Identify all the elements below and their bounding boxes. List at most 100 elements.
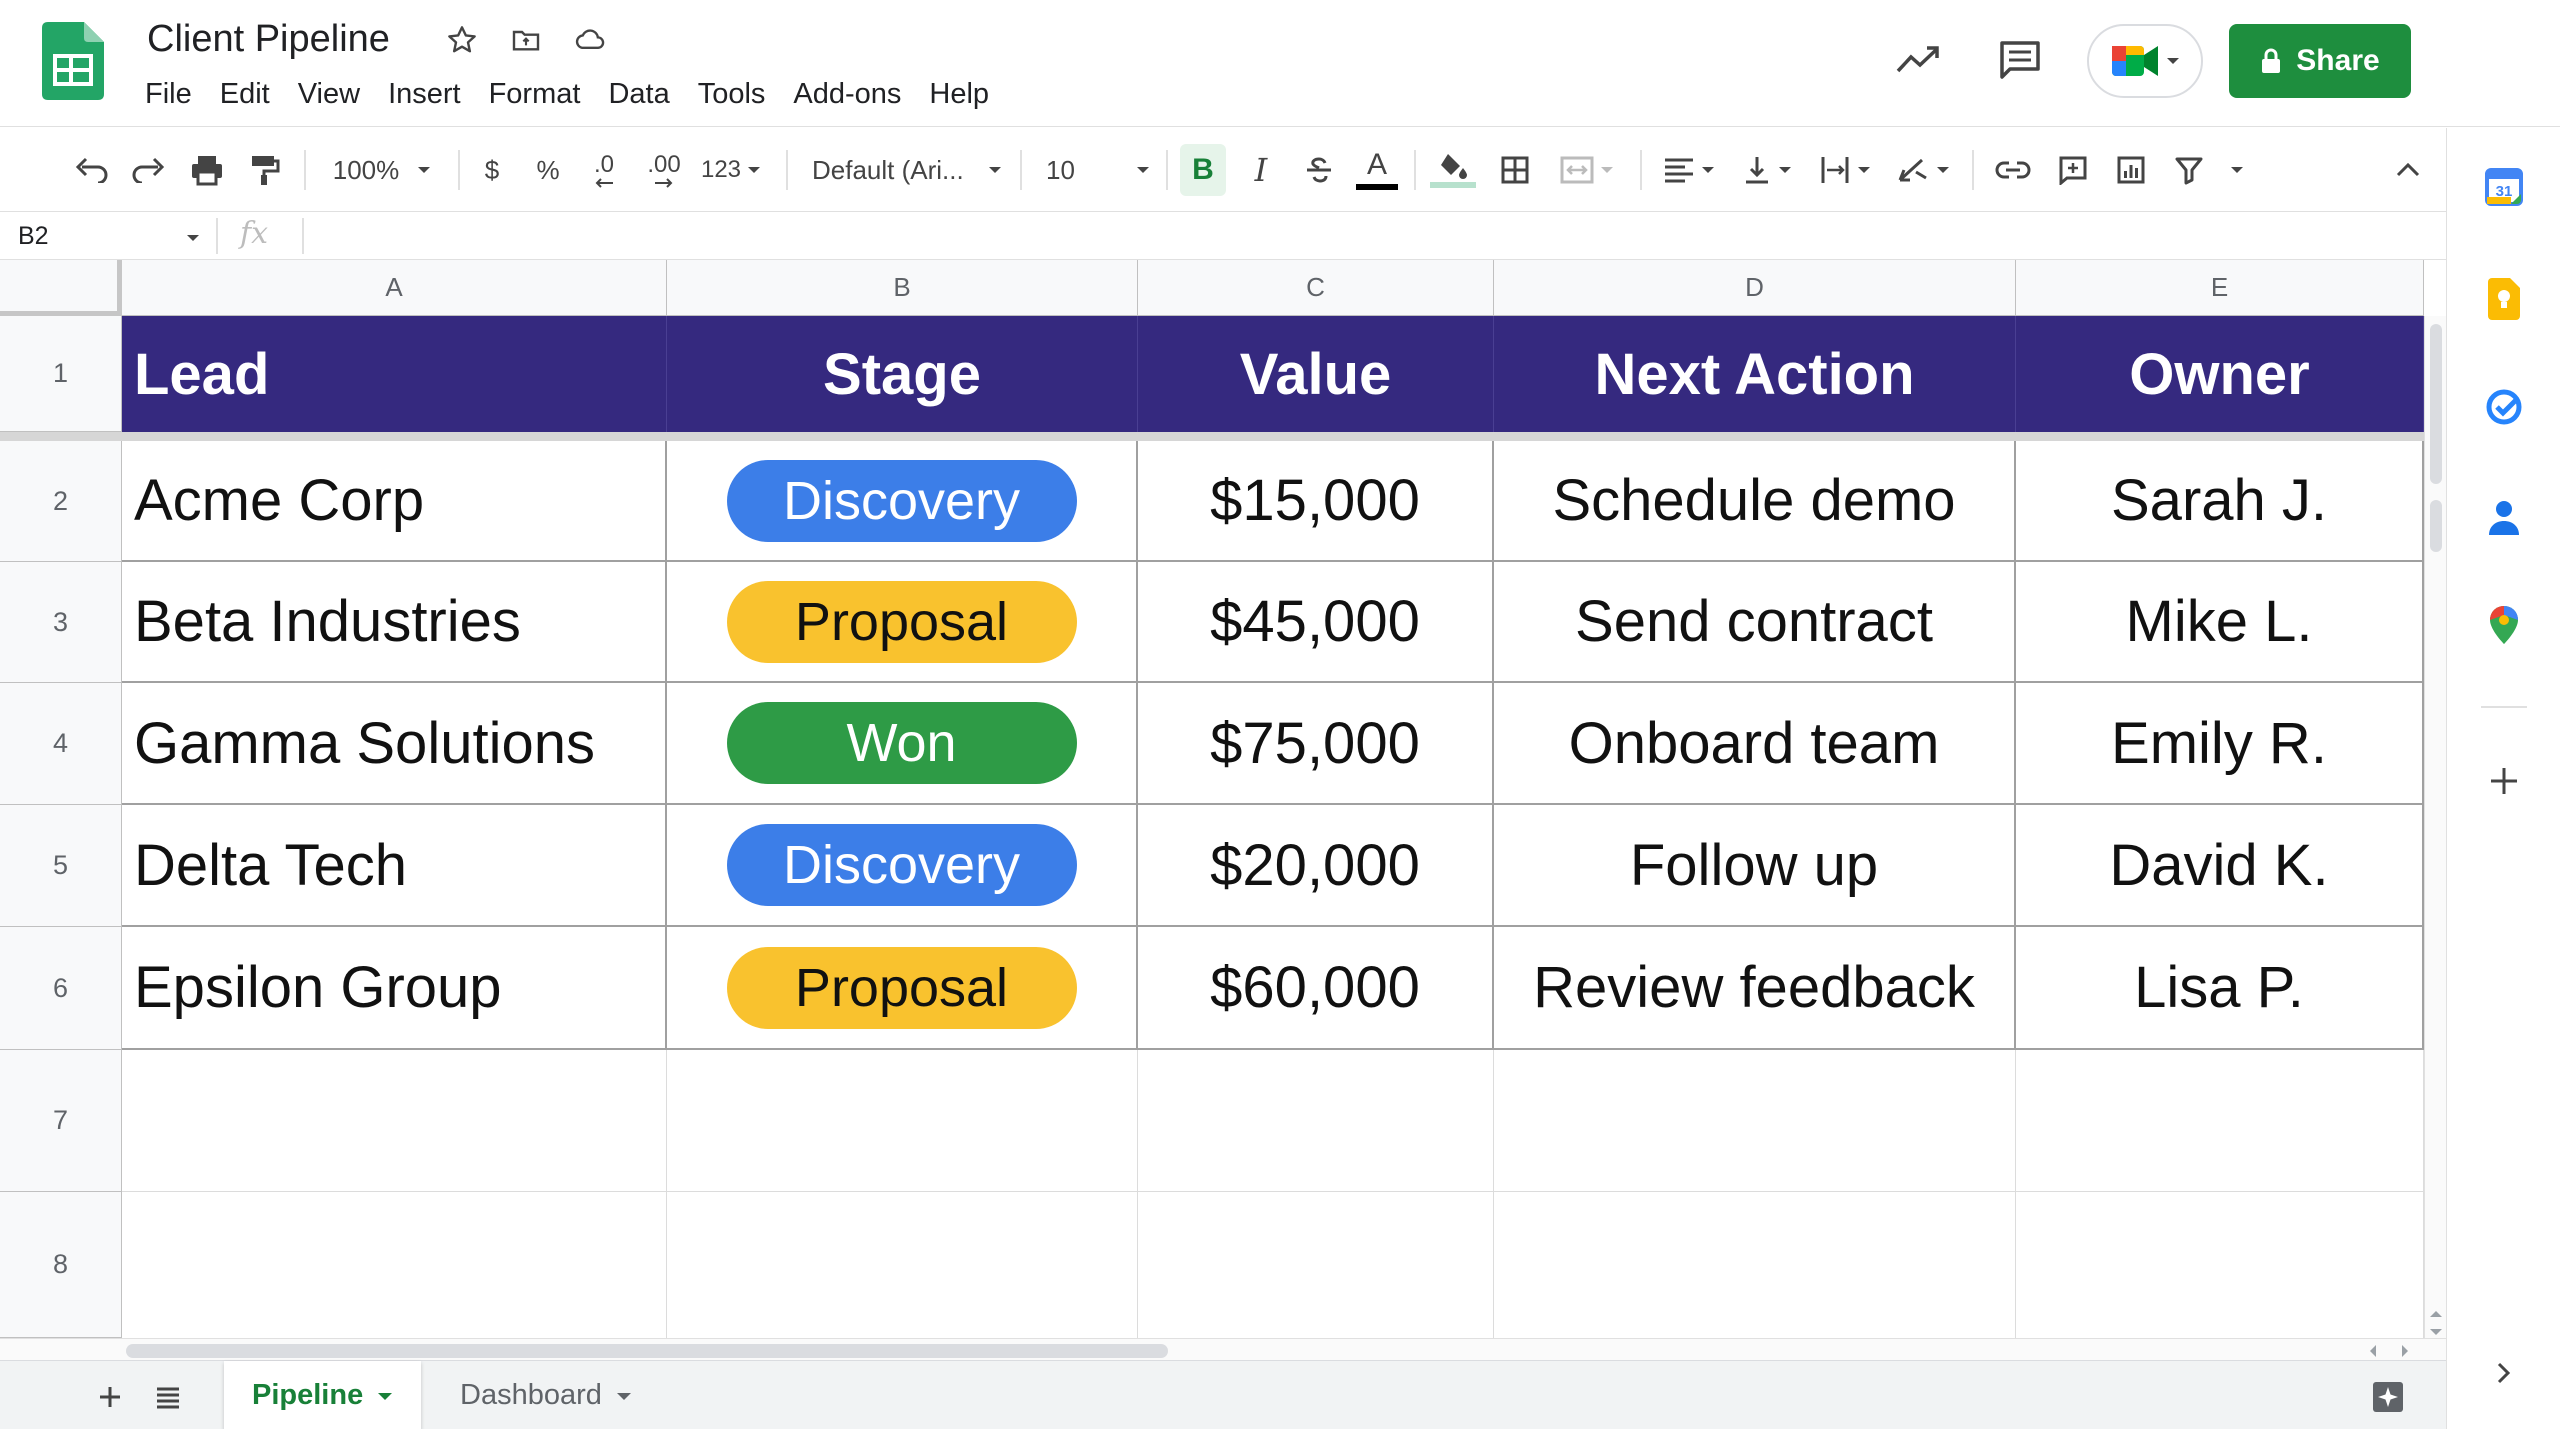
row-header-3[interactable]: 3: [0, 562, 122, 683]
row-header-2-label[interactable]: 2: [0, 441, 122, 562]
stage-chip[interactable]: Proposal: [726, 580, 1077, 663]
menu-add-ons[interactable]: Add-ons: [779, 72, 915, 116]
maps-icon[interactable]: [2481, 602, 2527, 648]
column-header-d[interactable]: D: [1494, 260, 2016, 316]
column-header-b[interactable]: B: [667, 260, 1138, 316]
cell-b8[interactable]: [667, 1192, 1138, 1338]
vertical-scroll-thumb-secondary[interactable]: [2430, 500, 2442, 552]
cell-b3[interactable]: Proposal: [667, 562, 1138, 683]
cell-b6[interactable]: Proposal: [667, 927, 1138, 1050]
decrease-decimals-button[interactable]: .0: [582, 144, 626, 196]
font-size-select[interactable]: 10: [1046, 144, 1150, 196]
collapse-menus-icon[interactable]: [2390, 144, 2426, 196]
font-family-select[interactable]: Default (Ari...: [812, 144, 1002, 196]
text-rotation-icon[interactable]: [1890, 144, 1956, 196]
header-cell-stage[interactable]: Stage: [667, 316, 1138, 432]
horizontal-align-icon[interactable]: [1656, 144, 1722, 196]
move-to-folder-icon[interactable]: [506, 20, 546, 60]
increase-decimals-button[interactable]: .00: [638, 144, 690, 196]
bold-button[interactable]: B: [1180, 144, 1226, 196]
cell-c7[interactable]: [1138, 1050, 1494, 1192]
header-cell-next-action[interactable]: Next Action: [1494, 316, 2016, 432]
cell-d8[interactable]: [1494, 1192, 2016, 1338]
row-header-8[interactable]: 8: [0, 1192, 122, 1338]
name-box-chevron-icon[interactable]: [186, 230, 200, 248]
zoom-select[interactable]: 100%: [322, 144, 442, 196]
italic-button[interactable]: I: [1238, 144, 1284, 196]
insert-link-icon[interactable]: [1990, 144, 2036, 196]
cell-d3[interactable]: Send contract: [1494, 562, 2016, 683]
cell-d4[interactable]: Onboard team: [1494, 683, 2016, 805]
tasks-icon[interactable]: [2481, 384, 2527, 430]
cell-e3[interactable]: Mike L.: [2016, 562, 2424, 683]
stage-chip[interactable]: Discovery: [726, 824, 1077, 906]
cell-a5[interactable]: Delta Tech: [122, 805, 667, 927]
strikethrough-icon[interactable]: [1296, 144, 1342, 196]
insert-comment-icon[interactable]: [2050, 144, 2096, 196]
menu-insert[interactable]: Insert: [374, 72, 475, 116]
comments-icon[interactable]: [1994, 34, 2046, 86]
sheets-logo-icon[interactable]: [42, 22, 104, 100]
cloud-status-icon[interactable]: [570, 20, 610, 60]
cell-e4[interactable]: Emily R.: [2016, 683, 2424, 805]
column-header-e[interactable]: E: [2016, 260, 2424, 316]
cell-e6[interactable]: Lisa P.: [2016, 927, 2424, 1050]
filter-views-chevron-icon[interactable]: [2222, 144, 2252, 196]
cell-e5[interactable]: David K.: [2016, 805, 2424, 927]
activity-trend-icon[interactable]: [1892, 34, 1944, 86]
keep-icon[interactable]: [2481, 276, 2527, 322]
cell-d2[interactable]: Schedule demo: [1494, 441, 2016, 562]
cell-b7[interactable]: [667, 1050, 1138, 1192]
cell-a8[interactable]: [122, 1192, 667, 1338]
frozen-row-divider[interactable]: [0, 432, 2424, 441]
star-icon[interactable]: [442, 20, 482, 60]
menu-file[interactable]: File: [145, 72, 206, 116]
cell-c3[interactable]: $45,000: [1138, 562, 1494, 683]
cell-c2[interactable]: $15,000: [1138, 441, 1494, 562]
cell-c6[interactable]: $60,000: [1138, 927, 1494, 1050]
expand-panel-icon[interactable]: [2481, 1350, 2527, 1396]
horizontal-scrollbar[interactable]: [0, 1338, 2446, 1360]
row-header-7[interactable]: 7: [0, 1050, 122, 1192]
all-sheets-icon[interactable]: [146, 1375, 190, 1419]
calendar-icon[interactable]: 31: [2481, 164, 2527, 210]
row-header-5[interactable]: 5: [0, 805, 122, 927]
column-header-a[interactable]: A: [122, 260, 667, 316]
cell-c5[interactable]: $20,000: [1138, 805, 1494, 927]
vertical-align-icon[interactable]: [1734, 144, 1800, 196]
google-meet-button[interactable]: [2087, 24, 2203, 98]
redo-icon[interactable]: [128, 144, 170, 196]
menu-format[interactable]: Format: [475, 72, 595, 116]
menu-data[interactable]: Data: [594, 72, 683, 116]
select-all-corner[interactable]: [0, 260, 122, 316]
more-formats-button[interactable]: 123: [696, 144, 766, 196]
cell-a4[interactable]: Gamma Solutions: [122, 683, 667, 805]
cell-e7[interactable]: [2016, 1050, 2424, 1192]
cell-b2[interactable]: Discovery: [667, 441, 1138, 562]
cell-c8[interactable]: [1138, 1192, 1494, 1338]
vertical-scrollbar[interactable]: [2424, 316, 2446, 1340]
sheet-tab-pipeline[interactable]: Pipeline: [224, 1361, 422, 1429]
row-header-1[interactable]: 1: [0, 316, 122, 432]
stage-chip[interactable]: Discovery: [726, 459, 1077, 542]
cell-a3[interactable]: Beta Industries: [122, 562, 667, 683]
filter-icon[interactable]: [2166, 144, 2212, 196]
percent-format-button[interactable]: %: [530, 144, 566, 196]
contacts-icon[interactable]: [2481, 494, 2527, 540]
column-header-c[interactable]: C: [1138, 260, 1494, 316]
print-icon[interactable]: [186, 144, 228, 196]
borders-icon[interactable]: [1492, 144, 1538, 196]
document-title[interactable]: Client Pipeline: [147, 14, 390, 64]
menu-view[interactable]: View: [284, 72, 374, 116]
add-addon-icon[interactable]: [2481, 758, 2527, 804]
menu-tools[interactable]: Tools: [684, 72, 780, 116]
stage-chip[interactable]: Won: [726, 702, 1077, 784]
currency-format-button[interactable]: $: [474, 144, 510, 196]
add-sheet-icon[interactable]: [88, 1375, 132, 1419]
cell-a6[interactable]: Epsilon Group: [122, 927, 667, 1050]
fill-color-icon[interactable]: [1428, 144, 1478, 196]
cell-d6[interactable]: Review feedback: [1494, 927, 2016, 1050]
menu-help[interactable]: Help: [915, 72, 1003, 116]
cell-e8[interactable]: [2016, 1192, 2424, 1338]
cell-e2[interactable]: Sarah J.: [2016, 441, 2424, 562]
